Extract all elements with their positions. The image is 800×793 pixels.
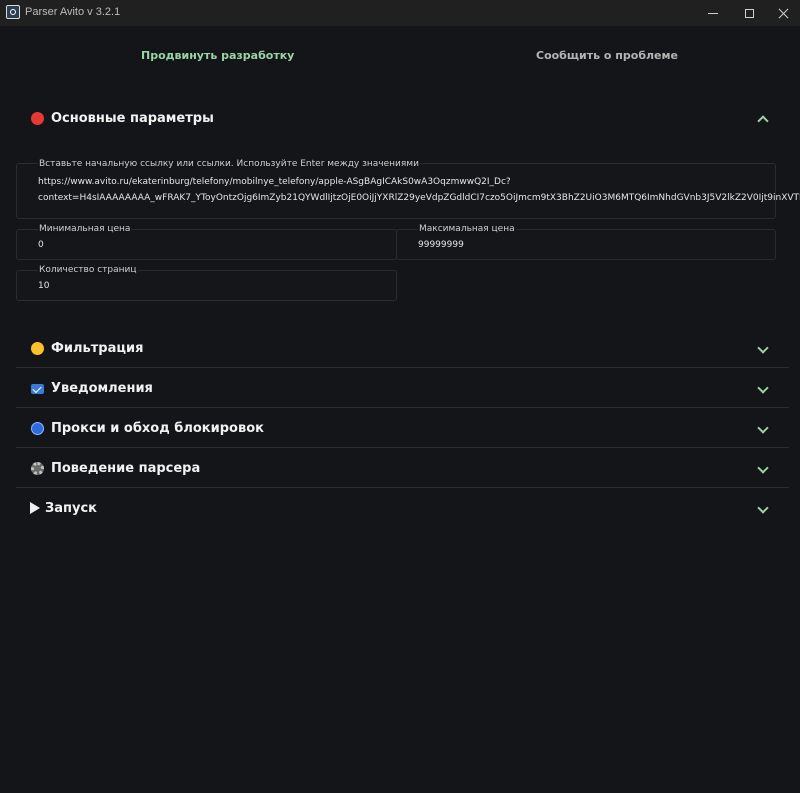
section-proxy-title: Прокси и обход блокировок	[51, 421, 264, 436]
app-icon	[6, 5, 20, 19]
section-filtering-header[interactable]: Фильтрация	[16, 329, 789, 367]
maximize-icon	[744, 8, 754, 18]
red-circle-icon	[31, 112, 44, 125]
section-launch-header[interactable]: Запуск	[16, 489, 789, 527]
pages-count-field[interactable]: Количество страниц 10	[16, 265, 397, 301]
gear-icon	[31, 462, 44, 475]
start-links-label: Вставьте начальную ссылку или ссылки. Ис…	[38, 159, 420, 169]
report-problem-link[interactable]: Сообщить о проблеме	[536, 49, 678, 62]
max-price-field[interactable]: Максимальная цена 99999999	[396, 224, 776, 260]
section-launch-title: Запуск	[45, 501, 97, 516]
divider	[16, 487, 789, 488]
divider	[16, 407, 789, 408]
chevron-down-icon[interactable]	[757, 462, 769, 474]
chevron-down-icon[interactable]	[757, 342, 769, 354]
section-notifications-header[interactable]: Уведомления	[16, 369, 789, 407]
min-price-value[interactable]: 0	[38, 240, 44, 250]
yellow-circle-icon	[31, 342, 44, 355]
chevron-up-icon[interactable]	[757, 115, 769, 127]
pages-count-label: Количество страниц	[38, 265, 138, 275]
section-main-params-title: Основные параметры	[51, 111, 214, 126]
divider	[16, 367, 789, 368]
section-notifications-title: Уведомления	[51, 381, 153, 396]
section-parser-behavior-title: Поведение парсера	[51, 461, 201, 476]
window-title: Parser Avito v 3.2.1	[25, 6, 121, 18]
mail-icon	[31, 384, 44, 394]
max-price-value[interactable]: 99999999	[418, 240, 464, 250]
start-links-field[interactable]: Вставьте начальную ссылку или ссылки. Ис…	[16, 159, 800, 219]
window-titlebar: Parser Avito v 3.2.1	[0, 0, 800, 26]
min-price-label: Минимальная цена	[38, 224, 132, 234]
max-price-label: Максимальная цена	[418, 224, 516, 234]
section-parser-behavior-header[interactable]: Поведение парсера	[16, 449, 789, 487]
play-icon	[30, 502, 40, 514]
section-proxy-header[interactable]: Прокси и обход блокировок	[16, 409, 789, 447]
divider	[16, 447, 789, 448]
minimize-icon	[708, 12, 718, 14]
chevron-down-icon[interactable]	[757, 422, 769, 434]
chevron-down-icon[interactable]	[757, 382, 769, 394]
minimize-button[interactable]	[693, 0, 733, 26]
globe-icon	[31, 422, 44, 435]
close-button[interactable]	[763, 0, 800, 26]
close-icon	[778, 8, 789, 19]
section-filtering-title: Фильтрация	[51, 341, 144, 356]
start-links-value[interactable]: https://www.avito.ru/ekaterinburg/telefo…	[38, 174, 800, 206]
chevron-down-icon[interactable]	[757, 502, 769, 514]
section-main-params-header[interactable]: Основные параметры	[16, 99, 789, 137]
promote-development-link[interactable]: Продвинуть разработку	[141, 49, 294, 62]
pages-count-value[interactable]: 10	[38, 281, 49, 291]
min-price-field[interactable]: Минимальная цена 0	[16, 224, 397, 260]
